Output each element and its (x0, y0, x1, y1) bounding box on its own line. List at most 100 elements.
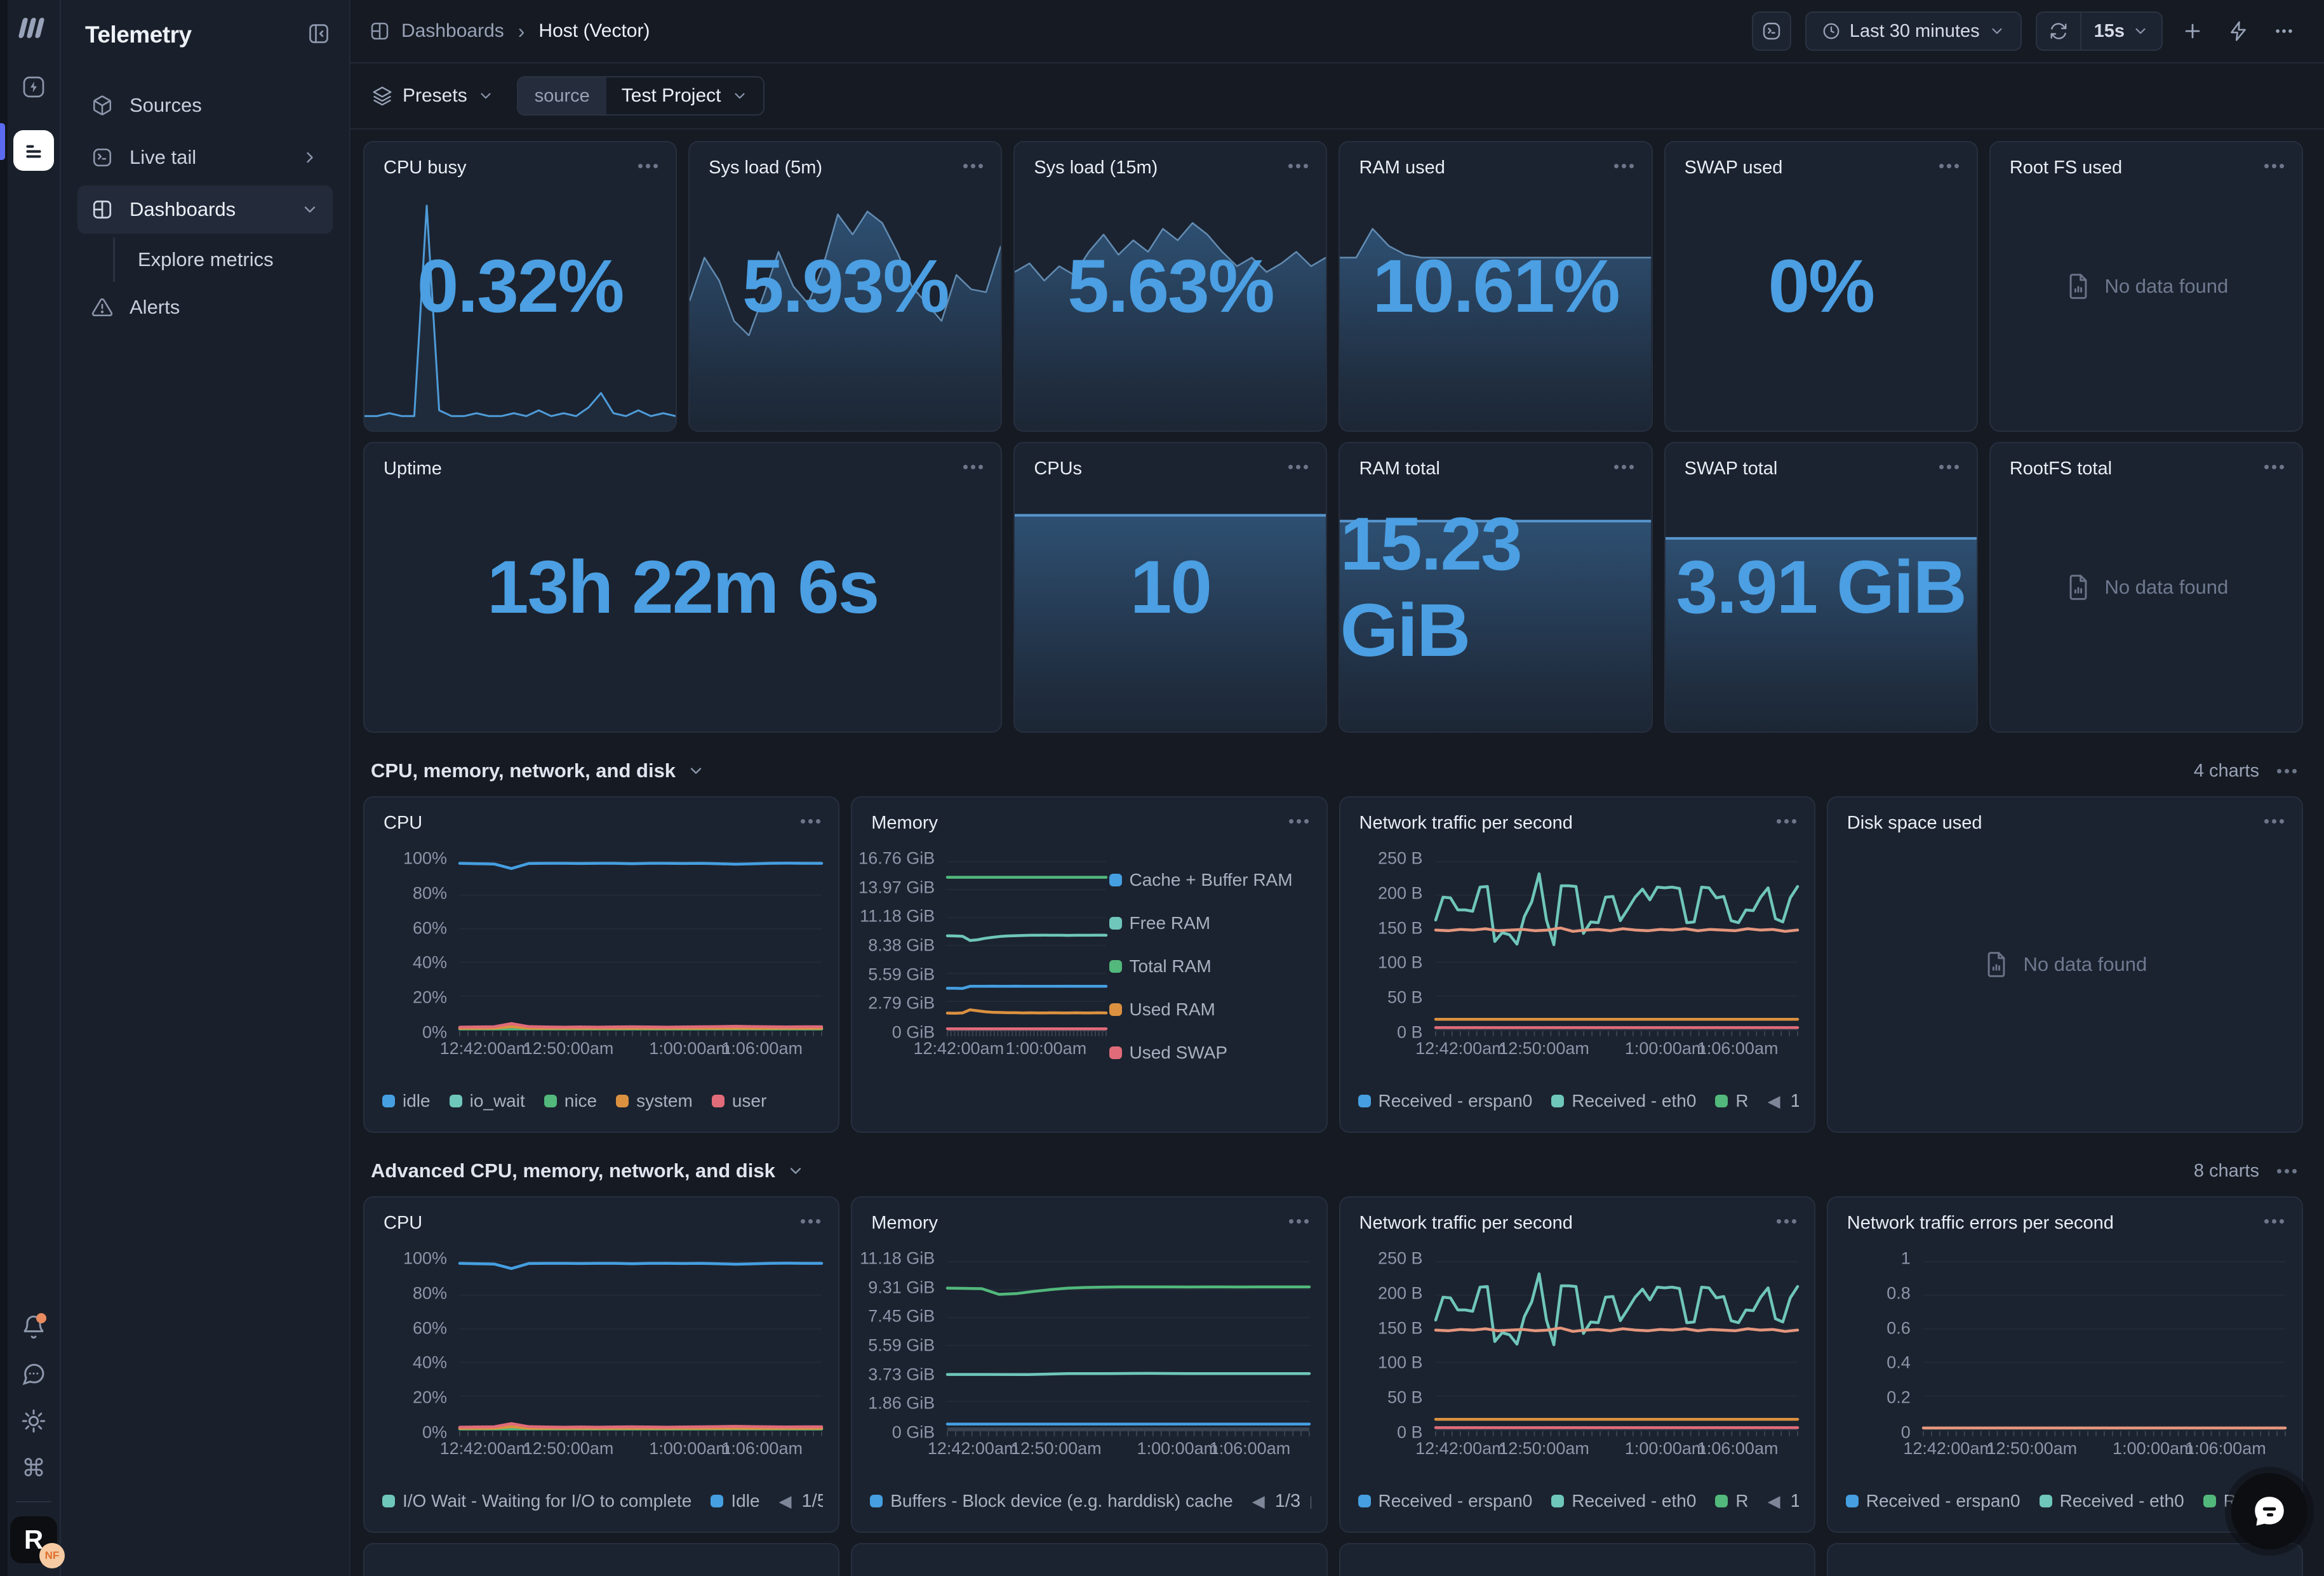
logs-nav-icon[interactable] (13, 130, 54, 171)
legend-item[interactable]: R (1715, 1091, 1748, 1111)
legend-item[interactable]: Received - eth0 (2040, 1491, 2184, 1511)
card-menu-button[interactable] (2263, 458, 2285, 476)
legend-item[interactable]: idle (382, 1091, 431, 1111)
app-logo-icon[interactable] (17, 15, 50, 44)
sidebar-item-dashboards[interactable]: Dashboards (77, 185, 333, 234)
legend-item[interactable]: I/O Wait - Waiting for I/O to complete (382, 1491, 691, 1511)
x-tick-label: 1:00:00am (1625, 1439, 1706, 1459)
console-button[interactable] (1752, 11, 1791, 51)
feedback-chat-icon[interactable] (15, 1355, 53, 1393)
lightning-button[interactable] (2222, 20, 2254, 42)
x-tick-label: 1:00:00am (2113, 1439, 2194, 1459)
plot-area[interactable] (1923, 1259, 2285, 1432)
legend-pagination: ◀1/3▶ (1252, 1491, 1311, 1512)
y-tick-label: 150 B (1378, 918, 1423, 938)
legend-item[interactable]: Idle (711, 1491, 759, 1511)
breadcrumb-root[interactable]: Dashboards (401, 20, 504, 42)
card-menu-button[interactable] (1288, 1213, 1310, 1230)
legend-label: Received - erspan0 (1379, 1491, 1533, 1511)
legend-item[interactable]: system (616, 1091, 693, 1111)
card-menu-button[interactable] (962, 458, 984, 476)
legend-item[interactable]: Buffers - Block device (e.g. harddisk) c… (870, 1491, 1233, 1511)
card-menu-button[interactable] (1613, 458, 1635, 476)
refresh-interval-select[interactable]: 15s (2081, 13, 2161, 50)
card-menu-button[interactable] (1775, 1213, 1798, 1230)
avatar[interactable]: R NF (10, 1516, 57, 1563)
legend-item[interactable]: Received - eth0 (1551, 1491, 1696, 1511)
time-range-select[interactable]: Last 30 minutes (1805, 11, 2022, 51)
presets-dropdown[interactable]: Presets (372, 85, 494, 107)
legend-swatch (1715, 1495, 1728, 1507)
legend-item[interactable]: nice (544, 1091, 597, 1111)
card-menu-button[interactable] (1613, 157, 1635, 175)
page-prev-icon[interactable]: ◀ (1252, 1492, 1265, 1511)
sidebar-item-label: Explore metrics (138, 248, 274, 271)
help-chat-button[interactable] (2231, 1473, 2307, 1549)
y-tick-label: 0.6 (1887, 1318, 1911, 1338)
page-prev-icon[interactable]: ◀ (1768, 1492, 1780, 1511)
sidebar-item-alerts[interactable]: Alerts (77, 283, 333, 331)
zap-nav-icon[interactable] (13, 67, 54, 107)
page-prev-icon[interactable]: ◀ (779, 1492, 792, 1511)
card-menu-button[interactable] (1938, 458, 1960, 476)
theme-sun-icon[interactable] (15, 1402, 53, 1440)
card-menu-button[interactable] (1775, 813, 1798, 830)
add-panel-button[interactable] (2177, 20, 2208, 42)
box-icon (91, 95, 113, 116)
sidebar-item-sources[interactable]: Sources (77, 81, 333, 130)
more-options-button[interactable] (2268, 20, 2300, 42)
card-menu-button[interactable] (2263, 1213, 2285, 1230)
plot-area[interactable] (947, 1259, 1309, 1432)
refresh-button[interactable] (2037, 13, 2081, 50)
legend-item[interactable]: Received - erspan0 (1846, 1491, 2020, 1511)
card-menu-button[interactable] (1287, 157, 1309, 175)
legend-item[interactable]: Received - eth0 (1551, 1091, 1696, 1111)
card-menu-button[interactable] (2263, 157, 2285, 175)
legend-item[interactable]: Free RAM (1109, 913, 1211, 933)
legend-swatch (1109, 874, 1122, 886)
y-tick-label: 250 B (1378, 1249, 1423, 1269)
legend-item[interactable]: io_wait (450, 1091, 525, 1111)
stat-value: 5.63% (1015, 142, 1326, 431)
page-prev-icon[interactable]: ◀ (1768, 1092, 1780, 1111)
card-menu-button[interactable] (962, 157, 984, 175)
legend-item[interactable]: Cache + Buffer RAM (1109, 870, 1293, 890)
legend-item[interactable]: Total RAM (1109, 956, 1212, 977)
plot-area[interactable] (1436, 1259, 1798, 1432)
card-menu-button[interactable] (1288, 813, 1310, 830)
y-tick-label: 100 B (1378, 953, 1423, 973)
plot-area[interactable] (947, 858, 1106, 1032)
card-menu-button[interactable] (2263, 813, 2285, 830)
notifications-bell-icon[interactable] (15, 1308, 53, 1346)
legend-item[interactable]: user (712, 1091, 766, 1111)
refresh-control: 15s (2036, 11, 2163, 51)
card-menu-button[interactable] (1938, 157, 1960, 175)
chart-card-advanced-memory: Memory 11.18 GiB9.31 GiB7.45 GiB5.59 GiB… (851, 1196, 1327, 1533)
legend-item[interactable]: Used SWAP (1109, 1043, 1228, 1063)
command-menu-icon[interactable]: ⌘ (15, 1449, 53, 1487)
card-menu-button[interactable] (799, 1213, 822, 1230)
stat-value: 13h 22m 6s (364, 443, 1001, 731)
sidebar-item-live-tail[interactable]: Live tail (77, 133, 333, 182)
stat-value: 10.61% (1340, 142, 1651, 431)
card-menu-button[interactable] (1287, 458, 1309, 476)
refresh-interval-value: 15s (2094, 21, 2125, 42)
card-menu-button[interactable] (799, 813, 822, 830)
legend-item[interactable]: Received - erspan0 (1358, 1091, 1533, 1111)
source-filter[interactable]: source Test Project (517, 76, 765, 116)
section-menu-button[interactable] (2276, 763, 2298, 780)
legend-item[interactable]: Received - erspan0 (1358, 1491, 1533, 1511)
section-title[interactable]: Advanced CPU, memory, network, and disk (371, 1159, 805, 1182)
stat-card-swap-used: SWAP used 0% (1664, 141, 1978, 432)
legend-item[interactable]: Used RAM (1109, 999, 1215, 1020)
plot-area[interactable] (460, 1259, 822, 1432)
collapse-sidebar-icon[interactable] (307, 22, 330, 48)
section-title[interactable]: CPU, memory, network, and disk (371, 759, 705, 782)
sidebar-item-explore-metrics[interactable]: Explore metrics (138, 237, 333, 282)
plot-area[interactable] (1436, 858, 1798, 1032)
section-menu-button[interactable] (2276, 1163, 2298, 1180)
plot-area[interactable] (460, 858, 822, 1032)
legend-item[interactable]: R (1715, 1491, 1748, 1511)
stat-title: Uptime (384, 458, 442, 479)
card-menu-button[interactable] (637, 157, 659, 175)
